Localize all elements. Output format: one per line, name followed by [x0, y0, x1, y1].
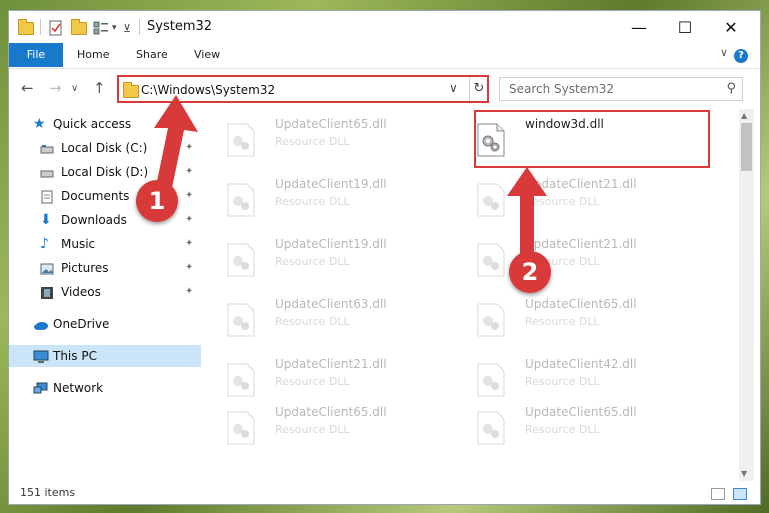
callout-1: 1 — [136, 180, 178, 222]
arrow-2 — [507, 167, 547, 258]
annotation-arrows — [154, 95, 547, 258]
callout-2: 2 — [509, 251, 551, 293]
arrow-1 — [154, 95, 198, 188]
